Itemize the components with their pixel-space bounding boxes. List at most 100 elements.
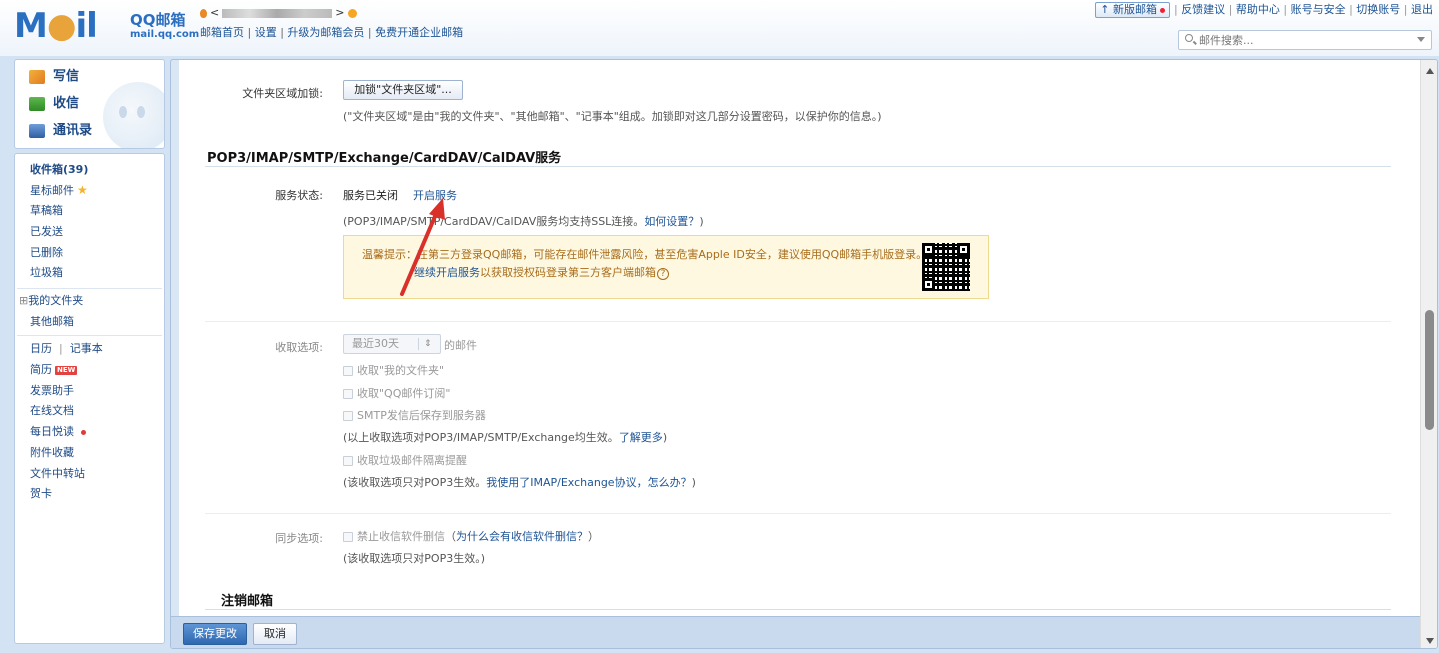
imap-exchange-link[interactable]: 我使用了IMAP/Exchange协议，怎么办？ <box>486 476 691 489</box>
new-version-button[interactable]: ↑ 新版邮箱 <box>1095 2 1170 18</box>
nav-upgrade-link[interactable]: 升级为邮箱会员 <box>287 26 364 39</box>
pop3-section-title: POP3/IMAP/SMTP/Exchange/CardDAV/CalDAV服务 <box>207 151 562 166</box>
sidebar-item-docs[interactable]: 在线文档 <box>30 403 74 419</box>
scroll-down-icon[interactable] <box>1426 638 1434 644</box>
cancel-button[interactable]: 取消 <box>253 623 297 645</box>
lock-note: ("文件夹区域"是由"我的文件夹"、"其他邮箱"、"记事本"组成。加锁即对这几部… <box>343 110 882 123</box>
new-dot-icon <box>1159 7 1165 13</box>
scrollbar[interactable] <box>1420 60 1437 648</box>
calendar-link[interactable]: 日历 <box>30 342 52 355</box>
scroll-up-icon[interactable] <box>1426 68 1434 74</box>
section-divider <box>205 166 1391 167</box>
folder-sidebar: 收件箱(39) 星标邮件 ★ 草稿箱 已发送 已删除 垃圾箱 ⊞我的文件夹 其他邮… <box>14 153 165 644</box>
checkbox-qq-subscription[interactable]: 收取"QQ邮件订阅" <box>343 385 450 401</box>
receive-options-label: 收取选项: <box>275 341 323 354</box>
write-button[interactable]: 写信 <box>29 67 79 87</box>
help-circle-icon[interactable]: ? <box>657 268 669 280</box>
receive-note-2: (该收取选项只对POP3生效。我使用了IMAP/Exchange协议，怎么办？) <box>343 476 696 489</box>
section-divider <box>205 609 1391 610</box>
ssl-note: (POP3/IMAP/SMTP/CardDAV/CalDAV服务均支持SSL连接… <box>343 215 704 228</box>
logo-domain: mail.qq.com <box>130 29 200 40</box>
contact-card-icon <box>29 123 45 138</box>
service-status-label: 服务状态: <box>275 189 323 202</box>
quick-actions-panel: 写信 收信 通讯录 <box>14 59 165 149</box>
unread-dot-icon <box>81 429 86 435</box>
logout-link[interactable]: 退出 <box>1411 3 1433 16</box>
sidebar-item-inbox[interactable]: 收件箱(39) <box>30 162 88 178</box>
nav-home-link[interactable]: 邮箱首页 <box>200 26 244 39</box>
receive-button[interactable]: 收信 <box>29 94 79 114</box>
mail-search[interactable] <box>1178 30 1432 50</box>
status-dot-icon[interactable] <box>348 8 358 18</box>
checkbox-spam-reminder[interactable]: 收取垃圾邮件隔离提醒 <box>343 452 467 468</box>
search-icon <box>1185 34 1193 42</box>
sidebar-item-daily[interactable]: 每日悦读 <box>30 424 86 440</box>
nav-enterprise-link[interactable]: 免费开通企业邮箱 <box>375 26 463 39</box>
chevron-down-icon[interactable] <box>1417 37 1425 42</box>
divider <box>205 513 1391 514</box>
lock-folders-button[interactable]: 加锁"文件夹区域"... <box>343 80 463 100</box>
top-bar: M●il QQ邮箱 mail.qq.com < > 邮箱首页 | 设置 | 升级为… <box>0 0 1439 56</box>
sidebar-item-other-mail[interactable]: 其他邮箱 <box>30 314 74 330</box>
tip-line-1: 温馨提示：在第三方登录QQ邮箱，可能存在邮件泄露风险，甚至危害Apple ID安… <box>362 248 928 261</box>
account-info: < > <box>200 6 358 19</box>
checkbox-prevent-delete[interactable]: 禁止收信软件删信（为什么会有收信软件删信？） <box>343 528 599 544</box>
tip-line-2: 继续开启服务以获取授权码登录第三方客户端邮箱? <box>414 264 669 280</box>
sidebar-item-attachments[interactable]: 附件收藏 <box>30 445 74 461</box>
sync-options-label: 同步选项: <box>275 532 323 545</box>
how-to-setup-link[interactable]: 如何设置？ <box>644 215 699 228</box>
security-link[interactable]: 账号与安全 <box>1291 3 1346 16</box>
enable-service-wrap: 开启服务 <box>413 187 457 203</box>
sidebar-item-sent[interactable]: 已发送 <box>30 224 63 240</box>
checkbox-my-folders[interactable]: 收取"我的文件夹" <box>343 362 444 378</box>
enable-service-link[interactable]: 开启服务 <box>413 189 457 202</box>
sidebar-item-invoice[interactable]: 发票助手 <box>30 383 74 399</box>
sidebar-item-starred[interactable]: 星标邮件 ★ <box>30 182 88 198</box>
qq-mail-logo[interactable]: M●il QQ邮箱 mail.qq.com <box>14 6 199 46</box>
save-button[interactable]: 保存更改 <box>183 623 247 645</box>
sidebar-divider <box>17 335 162 336</box>
nav-settings-link[interactable]: 设置 <box>255 26 277 39</box>
qr-code-icon <box>922 243 970 291</box>
help-link[interactable]: 帮助中心 <box>1236 3 1280 16</box>
settings-content: 文件夹区域加锁: 加锁"文件夹区域"... ("文件夹区域"是由"我的文件夹"、… <box>179 60 1420 616</box>
contacts-button[interactable]: 通讯录 <box>29 121 92 141</box>
continue-enable-link[interactable]: 继续开启服务 <box>414 266 480 279</box>
divider <box>205 321 1391 322</box>
action-bar: 保存更改 取消 <box>171 616 1437 648</box>
sidebar-item-deleted[interactable]: 已删除 <box>30 245 63 261</box>
notes-link[interactable]: 记事本 <box>70 342 103 355</box>
updown-icon: ⇕ <box>424 339 432 349</box>
learn-more-link[interactable]: 了解更多 <box>619 431 663 444</box>
sidebar-item-transfer[interactable]: 文件中转站 <box>30 466 85 482</box>
bean-icon <box>200 8 207 18</box>
top-nav: 邮箱首页 | 设置 | 升级为邮箱会员 | 免费开通企业邮箱 <box>200 26 464 39</box>
sync-note: (该收取选项只对POP3生效。) <box>343 552 486 565</box>
sidebar-item-spam[interactable]: 垃圾箱 <box>30 265 63 281</box>
service-status-value: 服务已关闭 <box>343 189 398 202</box>
receive-range-select[interactable]: 最近30天 ⇕ <box>343 334 441 354</box>
star-icon: ★ <box>77 183 88 197</box>
download-icon <box>29 96 45 111</box>
warning-tip-box: 温馨提示：在第三方登录QQ邮箱，可能存在邮件泄露风险，甚至危害Apple ID安… <box>343 235 989 299</box>
lock-label: 文件夹区域加锁: <box>242 87 323 100</box>
sidebar-item-cards[interactable]: 贺卡 <box>30 486 52 502</box>
settings-panel: 文件夹区域加锁: 加锁"文件夹区域"... ("文件夹区域"是由"我的文件夹"、… <box>170 59 1438 649</box>
feedback-link[interactable]: 反馈建议 <box>1181 3 1225 16</box>
sidebar-item-resume[interactable]: 简历 NEW <box>30 362 78 378</box>
sidebar-item-drafts[interactable]: 草稿箱 <box>30 203 63 219</box>
receive-note-1: (以上收取选项对POP3/IMAP/SMTP/Exchange均生效。了解更多) <box>343 431 668 444</box>
expand-icon[interactable]: ⊞ <box>19 294 28 307</box>
top-links: ↑ 新版邮箱 | 反馈建议 | 帮助中心 | 账号与安全 | 切换账号 | 退出 <box>1095 1 1433 18</box>
new-badge: NEW <box>55 365 78 375</box>
why-delete-link[interactable]: 为什么会有收信软件删信？ <box>456 530 588 543</box>
logo-wordmark: M●il <box>14 6 98 46</box>
scroll-thumb[interactable] <box>1425 310 1434 430</box>
sidebar-item-calendar-notes: 日历 | 记事本 <box>30 342 103 355</box>
sidebar-divider <box>17 288 162 289</box>
search-input[interactable] <box>1199 32 1409 48</box>
checkbox-smtp-save[interactable]: SMTP发信后保存到服务器 <box>343 407 486 423</box>
pencil-icon <box>29 69 45 84</box>
switch-account-link[interactable]: 切换账号 <box>1356 3 1400 16</box>
sidebar-item-my-folders[interactable]: ⊞我的文件夹 <box>19 293 83 309</box>
